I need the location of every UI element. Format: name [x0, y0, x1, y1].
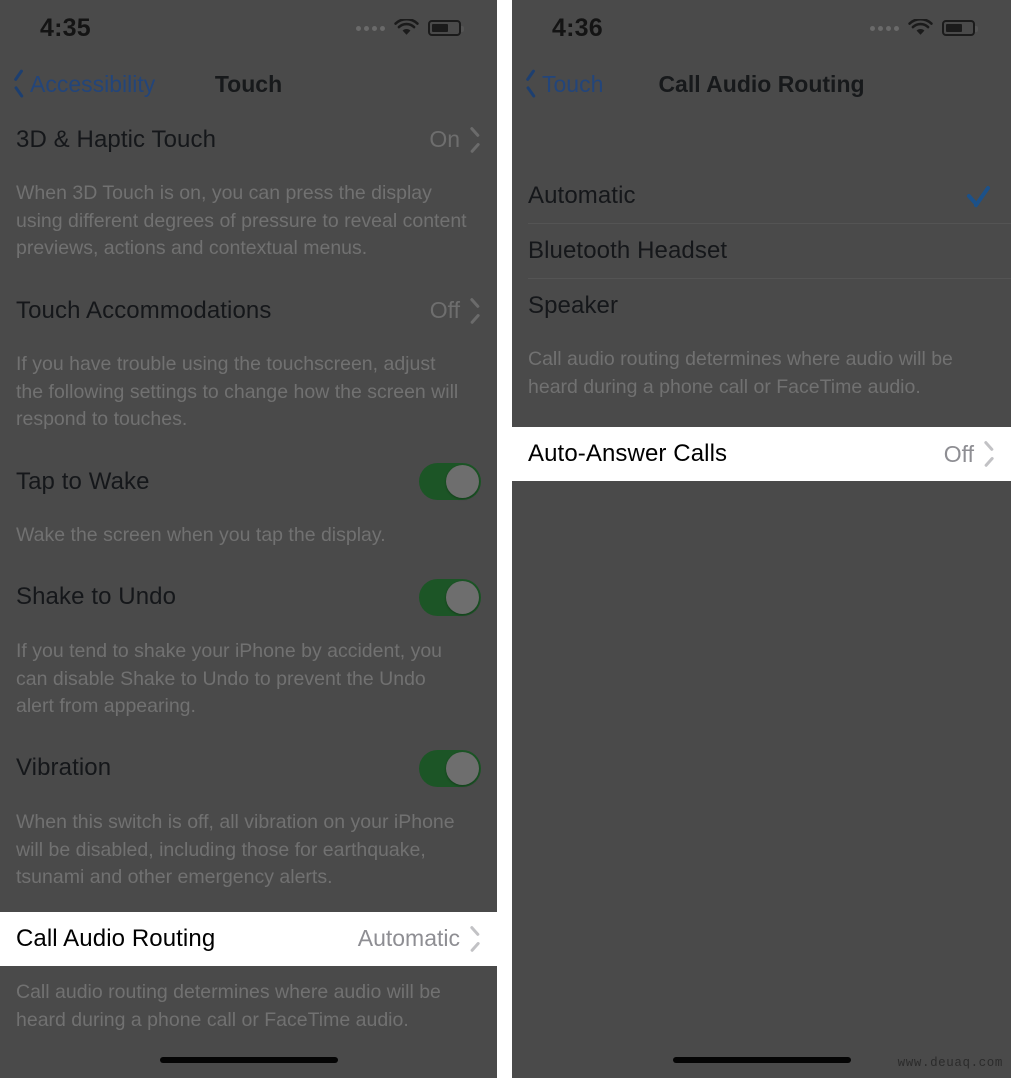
back-button-touch[interactable]: Touch — [512, 71, 603, 98]
row-shake-to-undo[interactable]: Shake to Undo — [0, 569, 497, 625]
status-bar-left: 4:35 — [0, 0, 497, 56]
option-label: Automatic — [528, 181, 636, 209]
row-auto-answer-calls[interactable]: Auto-Answer Calls Off — [512, 427, 1011, 482]
row-label: Auto-Answer Calls — [528, 440, 728, 468]
signal-dots-icon — [356, 25, 385, 31]
row-call-audio-routing[interactable]: Call Audio Routing Automatic — [0, 911, 497, 966]
wifi-icon — [908, 17, 933, 37]
row-touch-accommodations[interactable]: Touch Accommodations Off — [0, 283, 497, 339]
row-value: On — [429, 126, 460, 152]
back-button-label: Accessibility — [30, 70, 156, 97]
row-tap-to-wake[interactable]: Tap to Wake — [0, 454, 497, 510]
right-phone-screen: 4:36 Touch Call Audio Routing Automatic … — [512, 0, 1011, 1078]
row-label: 3D & Haptic Touch — [16, 125, 217, 153]
back-button-label: Touch — [542, 70, 604, 97]
chevron-left-icon — [524, 73, 537, 95]
nav-bar-left: Accessibility Touch — [0, 56, 497, 112]
footnote-shake-to-undo: If you tend to shake your iPhone by acci… — [0, 624, 497, 741]
status-time: 4:36 — [552, 13, 603, 42]
chevron-right-icon — [984, 444, 995, 464]
section-spacer-top — [512, 112, 1011, 168]
option-bluetooth-headset[interactable]: Bluetooth Headset — [512, 223, 1011, 278]
row-label: Call Audio Routing — [16, 924, 216, 952]
battery-icon — [428, 20, 464, 36]
status-bar-right: 4:36 — [512, 0, 1011, 56]
status-icons — [870, 17, 978, 37]
row-label: Tap to Wake — [16, 467, 150, 495]
option-automatic[interactable]: Automatic — [512, 168, 1011, 223]
option-speaker[interactable]: Speaker — [512, 278, 1011, 333]
footnote-tap-to-wake: Wake the screen when you tap the display… — [0, 509, 497, 570]
row-label: Touch Accommodations — [16, 296, 272, 324]
vibration-toggle[interactable] — [419, 749, 481, 787]
footnote-call-audio-routing: Call audio routing determines where audi… — [0, 965, 497, 1055]
option-label: Speaker — [528, 291, 619, 319]
tap-to-wake-toggle[interactable] — [419, 463, 481, 501]
battery-icon — [942, 20, 978, 36]
row-label: Vibration — [16, 754, 112, 782]
panel-gap — [497, 0, 512, 1078]
right-screen-filler — [512, 481, 1011, 1078]
chevron-right-icon — [470, 130, 481, 150]
footnote-vibration: When this switch is off, all vibration o… — [0, 795, 497, 912]
row-label: Shake to Undo — [16, 583, 177, 611]
row-value: Automatic — [357, 925, 460, 952]
shake-to-undo-toggle[interactable] — [419, 578, 481, 616]
chevron-right-icon — [470, 301, 481, 321]
row-vibration[interactable]: Vibration — [0, 740, 497, 796]
status-icons — [356, 17, 464, 37]
chevron-right-icon — [470, 929, 481, 949]
home-indicator-left[interactable] — [0, 1057, 497, 1063]
row-value: Off — [429, 297, 460, 324]
watermark: www.deuaq.com — [897, 1056, 1003, 1070]
wifi-icon — [394, 17, 419, 37]
row-value: Off — [943, 440, 974, 467]
row-3d-haptic-touch[interactable]: 3D & Haptic Touch On — [0, 112, 497, 167]
footnote-call-audio-routing: Call audio routing determines where audi… — [512, 333, 1011, 428]
option-label: Bluetooth Headset — [528, 236, 728, 264]
status-time: 4:35 — [40, 13, 91, 42]
nav-bar-right: Touch Call Audio Routing — [512, 56, 1011, 112]
screenshot-stage: 4:35 Accessibility Touch 3D & Haptic Tou… — [0, 0, 1011, 1078]
chevron-left-icon — [12, 73, 25, 95]
audio-routing-options-group: Automatic Bluetooth Headset Speaker — [512, 168, 1011, 333]
signal-dots-icon — [870, 25, 899, 31]
footnote-3d-haptic-touch: When 3D Touch is on, you can press the d… — [0, 167, 497, 284]
back-button-accessibility[interactable]: Accessibility — [0, 71, 155, 98]
checkmark-icon — [965, 183, 991, 209]
footnote-touch-accommodations: If you have trouble using the touchscree… — [0, 338, 497, 455]
left-phone-screen: 4:35 Accessibility Touch 3D & Haptic Tou… — [0, 0, 497, 1078]
